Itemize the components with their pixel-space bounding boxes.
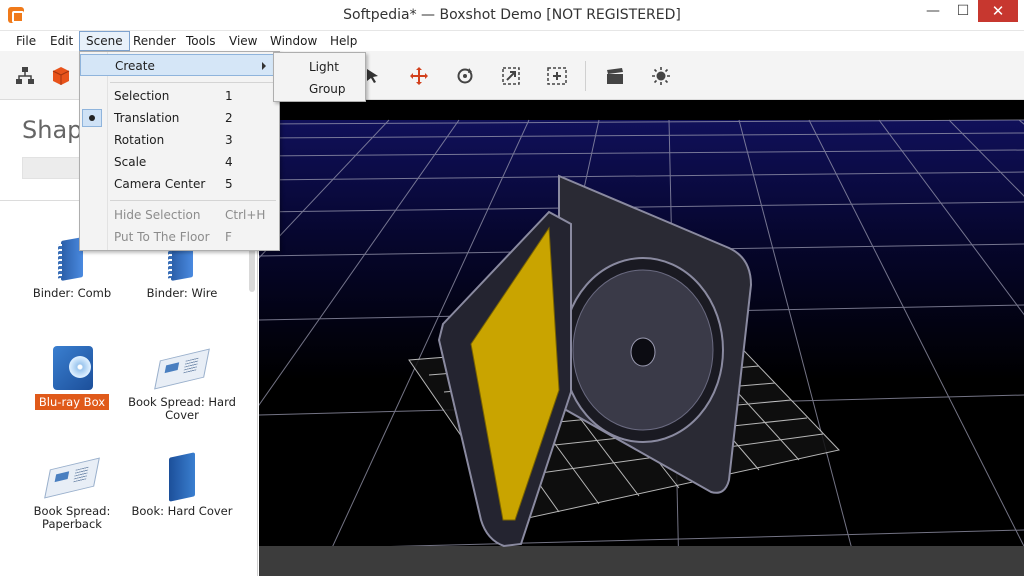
submenu-item-light[interactable]: Light bbox=[274, 56, 365, 78]
menu-item-label: Rotation bbox=[114, 133, 165, 147]
book-spread-paperback-icon bbox=[44, 451, 100, 501]
scale-icon[interactable] bbox=[500, 65, 522, 87]
menu-separator bbox=[110, 200, 276, 201]
menu-item-camera-center[interactable]: Camera Center 5 bbox=[80, 173, 279, 195]
menu-item-shortcut: 5 bbox=[225, 177, 233, 191]
menu-item-label: Selection bbox=[114, 89, 170, 103]
menu-item-label: Put To The Floor bbox=[114, 230, 210, 244]
move-icon[interactable] bbox=[408, 65, 430, 87]
menu-item-shortcut: 2 bbox=[225, 111, 233, 125]
panel-heading: Shap bbox=[22, 116, 83, 144]
menu-item-label: Create bbox=[115, 59, 155, 73]
bluray-box-icon bbox=[47, 342, 97, 392]
clapper-render-icon[interactable] bbox=[604, 65, 626, 87]
menu-item-translation[interactable]: Translation 2 bbox=[80, 107, 279, 129]
menu-item-label: Translation bbox=[114, 111, 180, 125]
submenu-item-group[interactable]: Group bbox=[274, 78, 365, 100]
menu-scene[interactable]: Scene bbox=[79, 31, 130, 51]
shape-cube-icon[interactable] bbox=[50, 65, 72, 87]
menu-render[interactable]: Render bbox=[127, 31, 182, 51]
shape-item-label: Book: Hard Cover bbox=[131, 504, 233, 518]
create-submenu: Light Group bbox=[273, 52, 366, 102]
menu-item-put-to-floor: Put To The Floor F bbox=[80, 226, 279, 248]
menu-item-shortcut: 3 bbox=[225, 133, 233, 147]
minimize-button[interactable]: — bbox=[918, 0, 948, 22]
light-icon[interactable] bbox=[650, 65, 672, 87]
close-button[interactable]: ✕ bbox=[978, 0, 1018, 22]
menu-window[interactable]: Window bbox=[264, 31, 323, 51]
book-hard-cover-icon bbox=[157, 451, 207, 502]
shape-item-label: Binder: Wire bbox=[146, 286, 218, 300]
radio-check-icon bbox=[82, 109, 102, 127]
menu-item-shortcut: 1 bbox=[225, 89, 233, 103]
menu-separator bbox=[110, 82, 276, 83]
title-bar: Softpedia* — Boxshot Demo [NOT REGISTERE… bbox=[0, 0, 1024, 31]
scene-menu-dropdown: Create Selection 1 Translation 2 Rotatio… bbox=[79, 51, 280, 251]
menu-tools[interactable]: Tools bbox=[180, 31, 222, 51]
menu-item-hide-selection: Hide Selection Ctrl+H bbox=[80, 204, 279, 226]
book-spread-hard-icon bbox=[154, 342, 210, 392]
shape-item-label: Binder: Comb bbox=[32, 286, 112, 300]
menu-view[interactable]: View bbox=[223, 31, 263, 51]
menu-item-create[interactable]: Create bbox=[80, 54, 279, 76]
menu-bar: File Edit Scene Render Tools View Window… bbox=[0, 31, 1024, 51]
menu-item-shortcut: Ctrl+H bbox=[225, 208, 266, 222]
scene-viewport[interactable] bbox=[259, 100, 1024, 576]
maximize-button[interactable]: ☐ bbox=[948, 0, 978, 22]
menu-item-scale[interactable]: Scale 4 bbox=[80, 151, 279, 173]
window-title: Softpedia* — Boxshot Demo [NOT REGISTERE… bbox=[343, 7, 681, 23]
menu-file[interactable]: File bbox=[10, 31, 42, 51]
toolbar-separator bbox=[585, 61, 586, 91]
hierarchy-icon[interactable] bbox=[14, 65, 36, 87]
rotate-icon[interactable] bbox=[454, 65, 476, 87]
menu-item-label: Scale bbox=[114, 155, 147, 169]
menu-item-selection[interactable]: Selection 1 bbox=[80, 85, 279, 107]
menu-help[interactable]: Help bbox=[324, 31, 363, 51]
shape-item-label: Book Spread: Hard Cover bbox=[128, 395, 236, 422]
shape-item-book-hard-cover[interactable]: Book: Hard Cover bbox=[127, 451, 237, 518]
shape-item-label: Blu-ray Box bbox=[17, 394, 127, 410]
shape-item-book-spread-paperback[interactable]: Book Spread: Paperback bbox=[17, 451, 127, 531]
shape-item-label: Book Spread: Paperback bbox=[33, 504, 111, 531]
menu-item-rotation[interactable]: Rotation 3 bbox=[80, 129, 279, 151]
shape-item-bluray-box[interactable]: Blu-ray Box bbox=[17, 342, 127, 410]
menu-item-shortcut: F bbox=[225, 230, 232, 244]
menu-edit[interactable]: Edit bbox=[44, 31, 79, 51]
camera-center-icon[interactable] bbox=[546, 65, 568, 87]
submenu-arrow-icon bbox=[262, 62, 266, 70]
menu-item-label: Hide Selection bbox=[114, 208, 201, 222]
viewport-canvas bbox=[259, 119, 1024, 576]
menu-item-shortcut: 4 bbox=[225, 155, 233, 169]
shape-item-book-spread-hard[interactable]: Book Spread: Hard Cover bbox=[127, 342, 237, 422]
menu-item-label: Camera Center bbox=[114, 177, 206, 191]
